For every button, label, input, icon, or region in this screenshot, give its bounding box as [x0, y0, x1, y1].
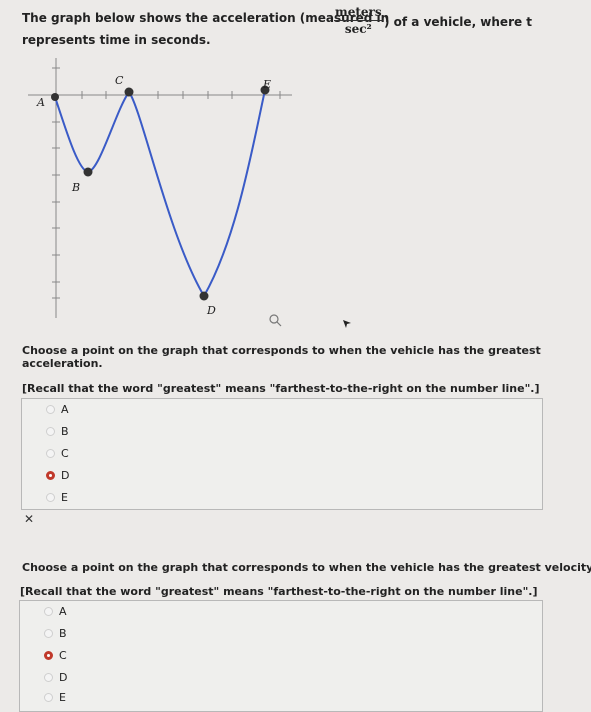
question-1-recall: [Recall that the word "greatest" means "…: [22, 382, 540, 395]
question-1-options-box: A B C D E: [21, 398, 543, 510]
q2-option-a[interactable]: A: [44, 605, 67, 618]
question-1-prompt: Choose a point on the graph that corresp…: [22, 344, 541, 370]
q1-option-d[interactable]: D: [46, 469, 69, 482]
intro-line-1-end: ) of a vehicle, where t: [384, 15, 533, 29]
q2-option-b[interactable]: B: [44, 627, 67, 640]
unit-numerator: meters: [334, 5, 383, 21]
q2-option-e[interactable]: E: [44, 691, 66, 704]
radio-selected-icon[interactable]: [46, 471, 55, 480]
intro-line-2: represents time in seconds.: [22, 33, 211, 47]
axis-ticks: [52, 67, 281, 299]
radio-icon[interactable]: [46, 449, 55, 458]
label-d: D: [206, 304, 216, 317]
label-c: C: [115, 74, 124, 87]
incorrect-mark-icon: ✕: [24, 512, 35, 526]
label-b: B: [71, 181, 80, 194]
q1-option-e[interactable]: E: [46, 491, 68, 504]
q2-option-c[interactable]: C: [44, 649, 67, 662]
acceleration-graph: A B C D E: [28, 58, 292, 327]
q2-option-d[interactable]: D: [44, 671, 67, 684]
question-2-recall: [Recall that the word "greatest" means "…: [20, 585, 538, 598]
unit-fraction: meters sec²: [334, 4, 383, 37]
question-2-options-box: A B C D E: [19, 600, 543, 712]
question-2-prompt: Choose a point on the graph that corresp…: [22, 561, 591, 574]
zoom-magnifier-icon: [269, 314, 282, 327]
label-e: E: [262, 78, 271, 91]
q1-option-c[interactable]: C: [46, 447, 69, 460]
label-a: A: [36, 96, 45, 109]
radio-icon[interactable]: [44, 693, 53, 702]
point-c: [124, 87, 134, 97]
radio-icon[interactable]: [46, 427, 55, 436]
unit-denominator: sec²: [344, 22, 372, 36]
point-a: [51, 93, 59, 101]
radio-icon[interactable]: [44, 673, 53, 682]
q1-option-b[interactable]: B: [46, 425, 69, 438]
acceleration-curve: [54, 89, 266, 298]
radio-icon[interactable]: [44, 629, 53, 638]
radio-icon[interactable]: [44, 607, 53, 616]
radio-icon[interactable]: [46, 405, 55, 414]
point-b: [83, 167, 93, 177]
mouse-cursor-icon: [343, 320, 351, 328]
point-d: [199, 291, 209, 301]
radio-icon[interactable]: [46, 493, 55, 502]
q1-option-a[interactable]: A: [46, 403, 69, 416]
radio-selected-icon[interactable]: [44, 651, 53, 660]
